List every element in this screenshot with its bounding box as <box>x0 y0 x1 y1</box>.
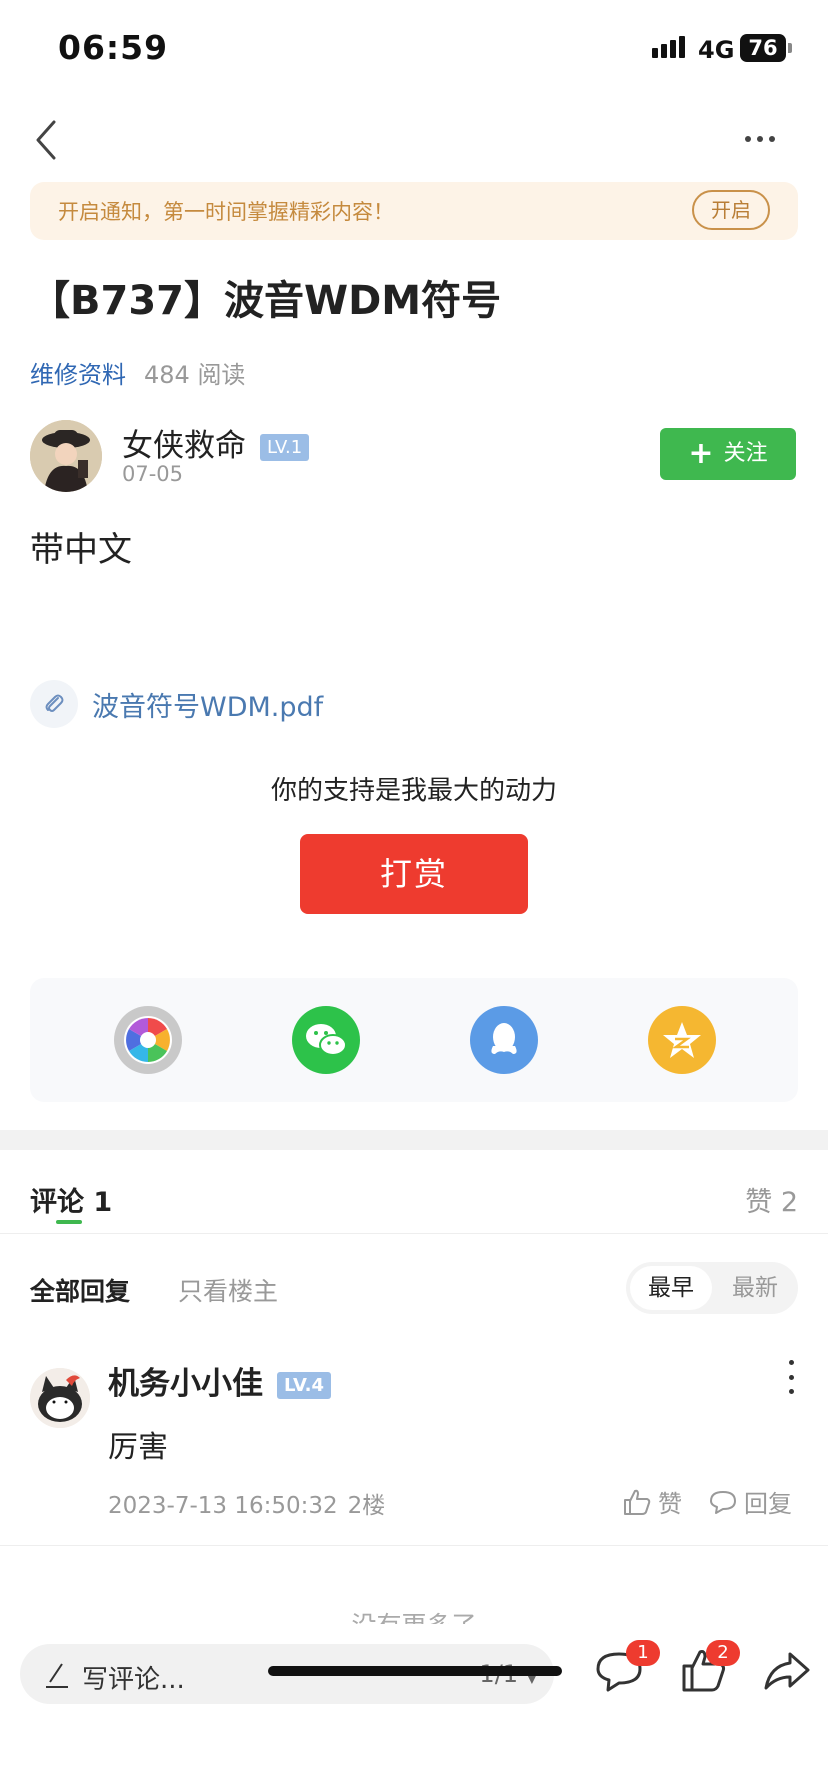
thumbs-up-icon <box>624 1489 651 1515</box>
avatar[interactable] <box>30 420 102 492</box>
support-tagline: 你的支持是我最大的动力 <box>270 776 557 806</box>
tab-comments[interactable]: 评论 1 <box>30 1180 112 1219</box>
sort-toggle: 最早 最新 <box>626 1262 798 1314</box>
likes-label: 赞 <box>745 1187 773 1218</box>
nav-bar <box>0 100 828 180</box>
post-body: 带中文 <box>30 530 132 570</box>
pen-icon <box>46 1663 68 1688</box>
author-avatar-image <box>30 420 102 492</box>
author-name[interactable]: 女侠救命 LV.1 <box>122 420 310 465</box>
commenter-name-text: 机务小小佳 <box>108 1366 263 1402</box>
reward-button[interactable]: 打赏 <box>300 834 528 914</box>
author-row: 女侠救命 LV.1 07-05 + 关注 <box>30 420 800 496</box>
share-action-button[interactable] <box>762 1646 816 1700</box>
post-title: 【B737】波音WDM符号 <box>30 278 502 324</box>
category-link[interactable]: 维修资料 <box>30 361 126 389</box>
paperclip-icon <box>30 680 78 728</box>
plus-icon: + <box>688 436 714 471</box>
likes-count: 2 <box>780 1187 798 1218</box>
level-badge: LV.1 <box>260 434 310 461</box>
chevron-left-icon <box>36 120 56 160</box>
comment-item: 机务小小佳 LV.4 厉害 2023-7-13 16:50:32 2楼 赞 回复 <box>0 1350 828 1546</box>
battery-tip <box>788 43 792 53</box>
attachment-name: 波音符号WDM.pdf <box>92 691 324 723</box>
comment-floor: 2楼 <box>347 1493 386 1519</box>
like-label: 赞 <box>658 1490 682 1518</box>
qq-icon[interactable] <box>470 1006 538 1074</box>
dot <box>745 136 751 142</box>
network-label: 4G <box>698 36 735 64</box>
dot <box>769 136 775 142</box>
like-count-badge: 2 <box>706 1640 740 1666</box>
follow-button[interactable]: + 关注 <box>660 428 796 480</box>
author-name-text: 女侠救命 <box>122 428 246 464</box>
sort-newest[interactable]: 最新 <box>716 1266 794 1310</box>
speech-bubble-icon <box>710 1490 736 1514</box>
comments-action-button[interactable]: 1 <box>594 1640 660 1700</box>
share-arrow-icon <box>764 1652 810 1690</box>
enable-notification-button[interactable]: 开启 <box>692 190 770 230</box>
bottom-bar: 写评论... 1/1 ▼ 1 2 <box>0 1624 828 1792</box>
back-button[interactable] <box>28 116 68 164</box>
tab-active-indicator <box>56 1220 82 1224</box>
comment-count-badge: 1 <box>626 1640 660 1666</box>
dot <box>788 1360 794 1365</box>
comment-meta: 2023-7-13 16:50:32 2楼 <box>108 1486 385 1520</box>
post-date: 07-05 <box>122 462 184 486</box>
comments-label: 评论 <box>30 1187 84 1218</box>
post-meta: 维修资料 484 阅读 <box>30 355 245 390</box>
status-time: 06:59 <box>58 28 169 67</box>
tab-likes[interactable]: 赞 2 <box>745 1180 798 1219</box>
dot <box>788 1374 794 1380</box>
notification-text: 开启通知，第一时间掌握精彩内容！ <box>58 200 394 224</box>
camera-aperture-icon[interactable] <box>114 1006 182 1074</box>
notification-banner: 开启通知，第一时间掌握精彩内容！ 开启 <box>30 182 798 240</box>
section-divider <box>0 1130 828 1150</box>
attachment-link[interactable]: 波音符号WDM.pdf <box>30 680 323 728</box>
level-badge: LV.4 <box>277 1372 331 1399</box>
home-indicator <box>268 1666 562 1676</box>
comment-menu-button[interactable] <box>786 1360 796 1394</box>
status-bar: 06:59 4G 76 <box>0 0 828 100</box>
sort-earliest[interactable]: 最早 <box>630 1266 712 1310</box>
filter-op-only[interactable]: 只看楼主 <box>178 1272 278 1308</box>
read-count: 484 阅读 <box>144 361 246 389</box>
filter-row: 全部回复 只看楼主 最早 最新 <box>0 1262 828 1316</box>
dot <box>757 136 763 142</box>
comments-count: 1 <box>93 1187 113 1218</box>
comment-time: 2023-7-13 16:50:32 <box>108 1493 338 1519</box>
filter-all-replies[interactable]: 全部回复 <box>30 1272 130 1308</box>
qzone-icon[interactable] <box>648 1006 716 1074</box>
comment-tabs: 评论 1 赞 2 <box>0 1150 828 1234</box>
signal-icon <box>652 36 685 58</box>
dot <box>788 1389 794 1394</box>
reply-label: 回复 <box>744 1490 792 1518</box>
battery-icon: 76 <box>740 34 786 62</box>
comment-like-button[interactable]: 赞 <box>622 1484 682 1519</box>
share-panel <box>30 978 798 1102</box>
more-button[interactable] <box>740 124 780 154</box>
wechat-icon[interactable] <box>292 1006 360 1074</box>
comment-reply-button[interactable]: 回复 <box>708 1484 792 1519</box>
like-action-button[interactable]: 2 <box>678 1640 740 1700</box>
comment-text: 厉害 <box>108 1430 168 1465</box>
commenter-name[interactable]: 机务小小佳 LV.4 <box>108 1358 331 1403</box>
avatar[interactable] <box>30 1368 90 1428</box>
follow-label: 关注 <box>723 441 768 466</box>
comment-input-placeholder: 写评论... <box>82 1665 185 1695</box>
commenter-avatar-image <box>30 1368 90 1428</box>
